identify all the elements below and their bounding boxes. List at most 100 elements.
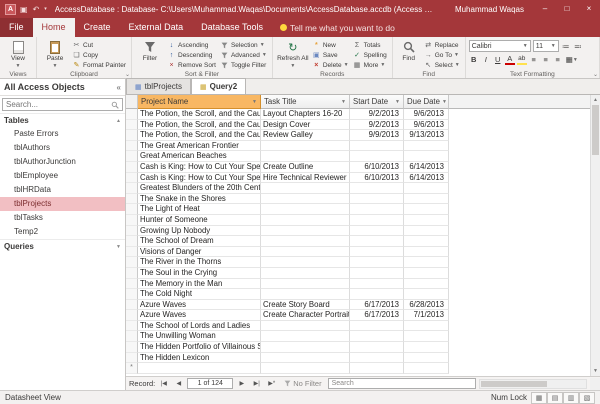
cell[interactable]: Azure Waves xyxy=(138,310,261,321)
row-selector[interactable] xyxy=(126,120,138,131)
row-selector[interactable] xyxy=(126,247,138,258)
cell[interactable] xyxy=(350,236,404,247)
more-button[interactable]: ▦ More ▼ xyxy=(351,60,389,70)
cell[interactable]: Azure Waves xyxy=(138,300,261,311)
cell[interactable]: Cash is King: How to Cut Your Spending xyxy=(138,173,261,184)
row-selector[interactable]: * xyxy=(126,363,138,374)
advanced-button[interactable]: Advanced ▼ xyxy=(218,50,269,60)
cell[interactable]: The Potion, the Scroll, and the Cauldro xyxy=(138,109,261,120)
save-record-button[interactable]: ▣ Save xyxy=(310,50,351,60)
cell[interactable]: Create Character Portraits xyxy=(261,310,350,321)
row-selector[interactable] xyxy=(126,151,138,162)
cell[interactable] xyxy=(404,247,449,258)
font-color-button[interactable]: A xyxy=(505,54,515,65)
spelling-button[interactable]: ✓ Spelling xyxy=(351,50,389,60)
vertical-scrollbar[interactable]: ▲ ▼ xyxy=(590,95,600,376)
cell[interactable] xyxy=(350,289,404,300)
document-tab-tblprojects[interactable]: ▦ tblProjects xyxy=(126,78,191,94)
filter-status[interactable]: No Filter xyxy=(284,379,321,388)
cell[interactable]: 9/6/2013 xyxy=(404,109,449,120)
cell[interactable]: 9/2/2013 xyxy=(350,109,404,120)
sql-view-icon[interactable]: ▤ xyxy=(547,392,563,404)
document-tab-query2[interactable]: ▦ Query2 xyxy=(191,78,246,94)
sidebar-item-tblhrdata[interactable]: tblHRData xyxy=(0,183,125,197)
sidebar-section-queries[interactable]: Queries ▼ xyxy=(0,239,125,253)
toggle-filter-button[interactable]: Toggle Filter xyxy=(218,60,269,70)
scroll-track[interactable] xyxy=(591,105,600,366)
minimize-button[interactable]: – xyxy=(534,0,556,18)
cell[interactable]: The School of Dream xyxy=(138,236,261,247)
column-header-start-date[interactable]: Start Date▼ xyxy=(350,95,404,109)
cell[interactable] xyxy=(404,363,449,374)
cell[interactable] xyxy=(350,257,404,268)
cell[interactable]: 6/17/2013 xyxy=(350,300,404,311)
cell[interactable]: The Great American Frontier xyxy=(138,141,261,152)
bold-button[interactable]: B xyxy=(469,54,479,65)
row-selector[interactable] xyxy=(126,173,138,184)
cell[interactable] xyxy=(350,226,404,237)
cell[interactable] xyxy=(404,331,449,342)
scroll-thumb[interactable] xyxy=(592,105,599,155)
remove-sort-button[interactable]: × Remove Sort xyxy=(165,60,218,70)
cell[interactable] xyxy=(350,321,404,332)
cell[interactable]: Great American Beaches xyxy=(138,151,261,162)
cell[interactable]: 9/2/2013 xyxy=(350,120,404,131)
descending-button[interactable]: ↑ Descending xyxy=(165,50,218,60)
row-selector[interactable] xyxy=(126,109,138,120)
previous-record-button[interactable]: ◀ xyxy=(172,378,185,389)
cell[interactable]: 6/10/2013 xyxy=(350,173,404,184)
sidebar-item-tbltasks[interactable]: tblTasks xyxy=(0,211,125,225)
cell[interactable] xyxy=(404,289,449,300)
cell[interactable] xyxy=(261,289,350,300)
column-header-task-title[interactable]: Task Title▼ xyxy=(261,95,350,109)
cell[interactable] xyxy=(261,268,350,279)
tell-me-box[interactable]: Tell me what you want to do xyxy=(272,18,403,37)
column-filter-arrow-icon[interactable]: ▼ xyxy=(395,99,400,105)
cell[interactable] xyxy=(350,141,404,152)
row-selector[interactable] xyxy=(126,321,138,332)
last-record-button[interactable]: ▶| xyxy=(250,378,263,389)
cell[interactable] xyxy=(404,204,449,215)
cell[interactable]: The School of Lords and Ladies xyxy=(138,321,261,332)
cell[interactable] xyxy=(350,247,404,258)
close-button[interactable]: × xyxy=(578,0,600,18)
ribbon-tab-home[interactable]: Home xyxy=(33,18,75,37)
ribbon-tab-create[interactable]: Create xyxy=(75,18,120,37)
cell[interactable]: The Potion, the Scroll, and the Cauldro xyxy=(138,130,261,141)
cell[interactable]: The Potion, the Scroll, and the Cauldro xyxy=(138,120,261,131)
cell[interactable]: Hire Technical Reviewer xyxy=(261,173,350,184)
shutter-bar-icon[interactable]: « xyxy=(117,83,121,92)
row-selector[interactable] xyxy=(126,289,138,300)
cell[interactable] xyxy=(261,353,350,364)
datasheet-view-icon[interactable]: ▦ xyxy=(531,392,547,404)
sidebar-item-tblemployee[interactable]: tblEmployee xyxy=(0,169,125,183)
delete-record-button[interactable]: × Delete ▼ xyxy=(310,60,351,70)
cell[interactable] xyxy=(404,226,449,237)
cell[interactable]: The Cold Night xyxy=(138,289,261,300)
align-center-icon[interactable]: ≡ xyxy=(541,54,551,65)
next-record-button[interactable]: ▶ xyxy=(235,378,248,389)
bullets-icon[interactable]: ≔ xyxy=(561,41,571,52)
cell[interactable] xyxy=(350,151,404,162)
cell[interactable] xyxy=(261,279,350,290)
refresh-all-button[interactable]: ↻ Refresh All ▼ xyxy=(276,38,310,69)
cell[interactable] xyxy=(350,342,404,353)
hscroll-thumb[interactable] xyxy=(481,381,547,387)
sidebar-item-tblprojects[interactable]: tblProjects xyxy=(0,197,125,211)
undo-icon[interactable]: ↶ xyxy=(33,5,40,14)
cell[interactable]: 6/14/2013 xyxy=(404,162,449,173)
cell[interactable]: 9/13/2013 xyxy=(404,130,449,141)
first-record-button[interactable]: |◀ xyxy=(157,378,170,389)
cell[interactable]: 6/28/2013 xyxy=(404,300,449,311)
ribbon-tab-external-data[interactable]: External Data xyxy=(120,18,193,37)
numbering-icon[interactable]: ≕ xyxy=(573,41,583,52)
cell[interactable]: 9/9/2013 xyxy=(350,130,404,141)
cell[interactable] xyxy=(404,342,449,353)
cell[interactable]: The Light of Heat xyxy=(138,204,261,215)
cell[interactable] xyxy=(261,247,350,258)
replace-button[interactable]: ⇄ Replace xyxy=(422,40,462,50)
dialog-launcher-icon[interactable]: ⌄ xyxy=(593,71,598,78)
cell[interactable] xyxy=(261,236,350,247)
cell[interactable]: Review Galley xyxy=(261,130,350,141)
underline-button[interactable]: U xyxy=(493,54,503,65)
